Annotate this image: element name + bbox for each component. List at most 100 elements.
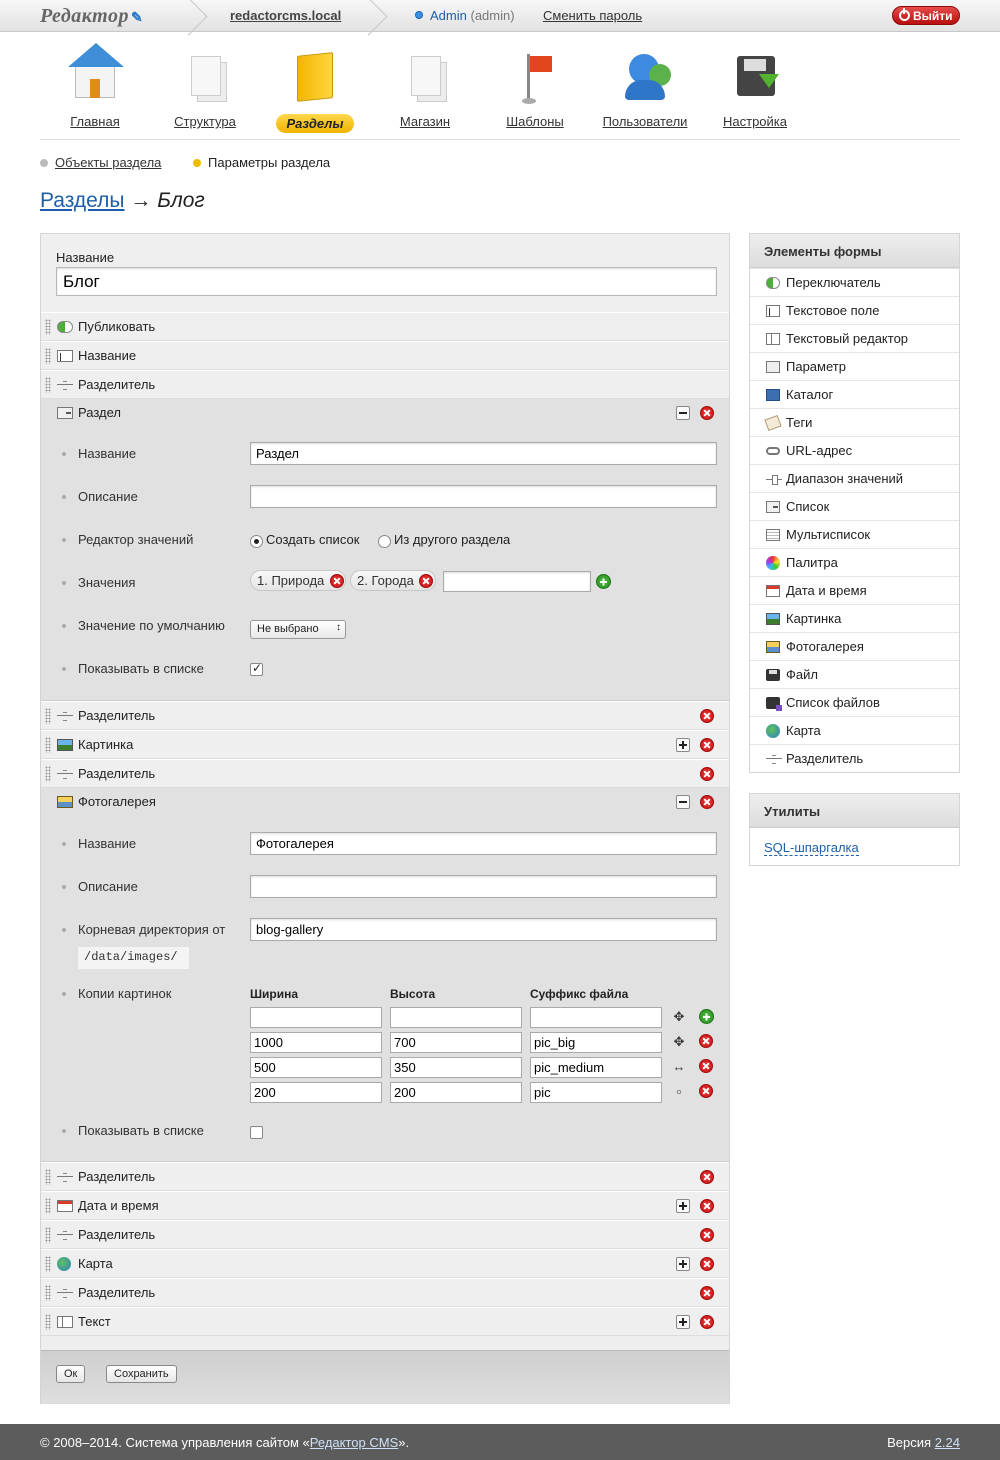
- new-width-input[interactable]: [250, 1007, 382, 1028]
- expand-button[interactable]: [676, 738, 690, 752]
- collapse-button[interactable]: [676, 795, 690, 809]
- new-height-input[interactable]: [390, 1007, 522, 1028]
- field-row[interactable]: Публиковать: [41, 312, 729, 341]
- field-row[interactable]: Разделитель: [41, 759, 729, 788]
- add-value-button[interactable]: [596, 574, 611, 589]
- field-row[interactable]: Название: [41, 341, 729, 370]
- cms-link[interactable]: Редактор CMS: [310, 1435, 398, 1450]
- expand-button[interactable]: [676, 1199, 690, 1213]
- drag-handle-icon[interactable]: [45, 1256, 51, 1272]
- drag-handle-icon[interactable]: [45, 377, 51, 393]
- element-tags[interactable]: Теги: [750, 408, 959, 436]
- version-link[interactable]: 2.24: [935, 1435, 960, 1450]
- field-row[interactable]: Карта: [41, 1249, 729, 1278]
- drag-handle-icon[interactable]: [45, 1198, 51, 1214]
- field-row[interactable]: Картинка: [41, 730, 729, 759]
- logout-button[interactable]: Выйти: [892, 6, 960, 25]
- drag-handle-icon[interactable]: [45, 1285, 51, 1301]
- element-parameter[interactable]: Параметр: [750, 352, 959, 380]
- element-range[interactable]: Диапазон значений: [750, 464, 959, 492]
- logo[interactable]: Редактор ✎: [40, 5, 143, 28]
- drag-handle-icon[interactable]: [45, 1227, 51, 1243]
- drag-handle-icon[interactable]: [45, 1169, 51, 1185]
- radio-other-section[interactable]: [378, 535, 391, 548]
- delete-copy-button[interactable]: [699, 1084, 713, 1098]
- copy-width-input[interactable]: [250, 1082, 382, 1103]
- nav-item-structure[interactable]: Структура: [150, 40, 260, 129]
- delete-button[interactable]: [700, 738, 714, 752]
- drag-handle-icon[interactable]: [45, 766, 51, 782]
- collapse-button[interactable]: [676, 406, 690, 420]
- delete-copy-button[interactable]: [699, 1034, 713, 1048]
- delete-button[interactable]: [700, 709, 714, 723]
- element-gallery[interactable]: Фотогалерея: [750, 632, 959, 660]
- copy-suffix-input[interactable]: [530, 1032, 662, 1053]
- delete-button[interactable]: [700, 1228, 714, 1242]
- element-picture[interactable]: Картинка: [750, 604, 959, 632]
- gallery-name-field[interactable]: [250, 832, 717, 855]
- section-name-field[interactable]: [250, 442, 717, 465]
- copy-width-input[interactable]: [250, 1057, 382, 1078]
- show-in-list-checkbox[interactable]: [250, 661, 263, 676]
- delete-button[interactable]: [700, 767, 714, 781]
- element-file[interactable]: Файл: [750, 660, 959, 688]
- nav-label[interactable]: Шаблоны: [506, 114, 564, 129]
- expand-button[interactable]: [676, 1257, 690, 1271]
- nav-item-sections[interactable]: Разделы: [260, 40, 370, 133]
- nav-item-users[interactable]: Пользователи: [590, 40, 700, 129]
- delete-button[interactable]: [700, 1257, 714, 1271]
- delete-button[interactable]: [700, 406, 714, 420]
- nav-label[interactable]: Разделы: [275, 114, 355, 133]
- ok-button[interactable]: Ок: [56, 1365, 86, 1383]
- radio-create-list[interactable]: [250, 535, 263, 548]
- value-tag[interactable]: 2. Города: [350, 570, 436, 591]
- drag-handle-icon[interactable]: [45, 708, 51, 724]
- copy-width-input[interactable]: [250, 1032, 382, 1053]
- remove-tag-icon[interactable]: [330, 574, 344, 588]
- nav-label[interactable]: Магазин: [400, 114, 450, 129]
- user-link[interactable]: Admin: [430, 8, 467, 23]
- delete-button[interactable]: [700, 1315, 714, 1329]
- nav-item-home[interactable]: Главная: [40, 40, 150, 129]
- new-value-input[interactable]: [443, 571, 591, 592]
- resize-width-icon[interactable]: ↔: [672, 1060, 686, 1074]
- new-suffix-input[interactable]: [530, 1007, 662, 1028]
- site-link[interactable]: redactorcms.local: [230, 8, 341, 23]
- copy-height-input[interactable]: [390, 1057, 522, 1078]
- element-toggle[interactable]: Переключатель: [750, 268, 959, 296]
- delete-button[interactable]: [700, 1286, 714, 1300]
- element-text-field[interactable]: Текстовое поле: [750, 296, 959, 324]
- field-row[interactable]: Разделитель: [41, 1220, 729, 1249]
- subnav-link[interactable]: Объекты раздела: [55, 155, 161, 170]
- element-datetime[interactable]: Дата и время: [750, 576, 959, 604]
- drag-handle-icon[interactable]: [45, 319, 51, 335]
- element-text-editor[interactable]: Текстовый редактор: [750, 324, 959, 352]
- element-map[interactable]: Карта: [750, 716, 959, 744]
- sql-cheatsheet-link[interactable]: SQL-шпаргалка: [764, 840, 859, 856]
- delete-button[interactable]: [700, 795, 714, 809]
- drag-handle-icon[interactable]: [45, 737, 51, 753]
- element-multilist[interactable]: Мультисписок: [750, 520, 959, 548]
- crop-mode-icon[interactable]: ✥: [672, 1010, 686, 1024]
- section-description-field[interactable]: [250, 485, 717, 508]
- element-url[interactable]: URL-адрес: [750, 436, 959, 464]
- field-row[interactable]: Дата и время: [41, 1191, 729, 1220]
- delete-button[interactable]: [700, 1170, 714, 1184]
- nav-label[interactable]: Структура: [174, 114, 236, 129]
- field-row[interactable]: Разделитель: [41, 1278, 729, 1307]
- square-crop-icon[interactable]: ▫: [672, 1085, 686, 1099]
- subnav-item-objects[interactable]: Объекты раздела: [40, 155, 161, 170]
- default-value-select[interactable]: Не выбрано: [250, 620, 346, 639]
- remove-tag-icon[interactable]: [419, 574, 433, 588]
- element-file-list[interactable]: Список файлов: [750, 688, 959, 716]
- nav-item-templates[interactable]: Шаблоны: [480, 40, 590, 129]
- add-copy-button[interactable]: [699, 1009, 714, 1024]
- show-in-list-checkbox[interactable]: [250, 1126, 263, 1139]
- field-row[interactable]: Разделитель: [41, 1162, 729, 1191]
- nav-label[interactable]: Настройка: [723, 114, 787, 129]
- breadcrumb-link[interactable]: Разделы: [40, 189, 125, 212]
- drag-handle-icon[interactable]: [45, 348, 51, 364]
- nav-label[interactable]: Главная: [70, 114, 119, 129]
- element-list[interactable]: Список: [750, 492, 959, 520]
- change-password-link[interactable]: Сменить пароль: [543, 8, 642, 23]
